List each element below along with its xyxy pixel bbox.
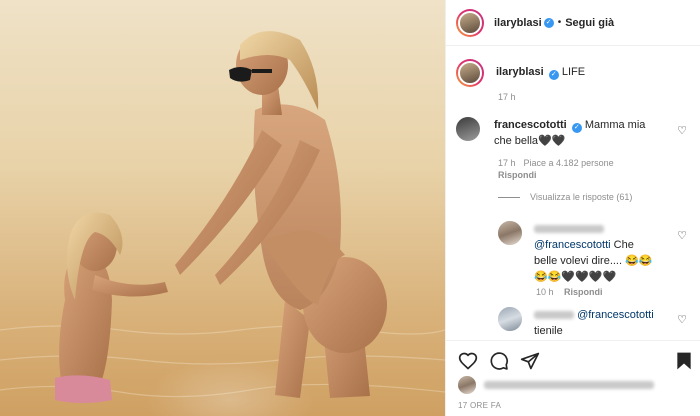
reply-avatar[interactable] [498, 221, 522, 245]
reply-button[interactable]: Rispondi [564, 287, 603, 297]
caption-username[interactable]: ilaryblasi [496, 66, 544, 78]
author-username[interactable]: ilaryblasi [494, 17, 542, 29]
author-avatar[interactable] [456, 8, 484, 37]
verified-badge-icon: ✓ [543, 17, 554, 28]
comment-likes[interactable]: Piace a 4.182 persone [524, 158, 614, 168]
replies-divider [498, 196, 520, 198]
woman-figure [175, 31, 387, 398]
caption-text: LIFE [561, 66, 586, 78]
comment-meta: 17 h Piace a 4.182 persone Rispondi [498, 157, 622, 181]
post-timestamp: 17 ORE FA [458, 401, 502, 410]
view-replies-link[interactable]: Visualizza le risposte (61) [498, 192, 632, 202]
caption-row: ilaryblasi ✓ LIFE [456, 59, 585, 87]
share-icon[interactable] [520, 351, 540, 371]
reply-avatar[interactable] [498, 307, 522, 331]
caption-avatar[interactable] [456, 59, 484, 87]
verified-badge-icon: ✓ [571, 123, 582, 133]
beach-photo-illustration [0, 31, 445, 403]
reply-mention[interactable]: @francescototti [577, 309, 654, 321]
reply-time: 10 h [536, 287, 554, 297]
likes-text-blurred [484, 381, 654, 389]
reply-button[interactable]: Rispondi [498, 170, 537, 180]
verified-badge-icon: ✓ [548, 70, 559, 80]
reply-username-blurred [534, 225, 604, 234]
liker-avatar [458, 376, 476, 394]
likes-summary[interactable] [458, 376, 654, 394]
commenter-avatar[interactable] [456, 117, 480, 141]
reply-like-heart-icon[interactable]: ♡ [677, 313, 687, 326]
reply-like-heart-icon[interactable]: ♡ [677, 229, 687, 242]
comment-row: francescototti ✓ Mamma mia che bella🖤🖤 [456, 117, 659, 149]
separator-dot: • [557, 17, 562, 28]
view-replies-text[interactable]: Visualizza le risposte (61) [530, 192, 632, 202]
comments-list[interactable]: ilaryblasi ✓ LIFE 17 h francescototti ✓ … [446, 47, 700, 340]
comment-username[interactable]: francescototti [494, 119, 567, 131]
comment-icon[interactable] [489, 351, 509, 371]
reply-text: tienile [534, 325, 563, 337]
comment-time: 17 h [498, 158, 516, 168]
comment-like-heart-icon[interactable]: ♡ [677, 124, 687, 137]
post-header: ilaryblasi ✓ • Segui già [446, 0, 700, 46]
reply-row: @francescototti tienile [498, 307, 674, 339]
post-photo[interactable] [0, 0, 445, 416]
action-bar [446, 340, 700, 376]
reply-mention[interactable]: @francescototti [534, 239, 611, 251]
reply-username-blurred [534, 311, 574, 320]
following-button[interactable]: Segui già [565, 17, 614, 29]
caption-time: 17 h [498, 92, 516, 102]
post-side-panel: ilaryblasi ✓ • Segui già ilaryblasi ✓ LI… [445, 0, 700, 416]
comment-emoji: 🖤🖤 [538, 135, 566, 147]
bookmark-icon[interactable] [674, 351, 694, 371]
reply-meta: 10 h Rispondi [536, 287, 611, 297]
heart-icon[interactable] [458, 351, 478, 371]
reply-row: @francescototti Che belle volevi dire...… [498, 221, 659, 285]
child-figure [55, 212, 168, 403]
